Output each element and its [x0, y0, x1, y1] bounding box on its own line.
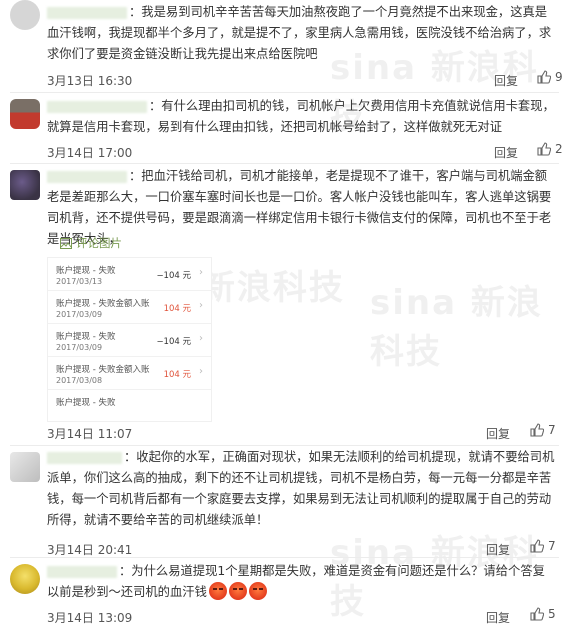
comment-time: 3月14日 11:07: [47, 427, 133, 441]
transaction-title: 账户提现 - 失败: [56, 332, 116, 342]
avatar[interactable]: [10, 0, 40, 30]
transaction-amount: 104 元: [163, 304, 191, 314]
comment-text: ：收起你的水军，正确面对现状，如果无法顺利的给司机提现，就请不要给司机派单，你们…: [47, 450, 555, 527]
transaction-row: 账户提现 - 失败 2017/03/13 −104 元 ›: [48, 258, 211, 291]
transaction-row: 账户提现 - 失败 2017/03/09 −104 元 ›: [48, 324, 211, 357]
comment-text: ：把血汗钱给司机，司机才能接单，老是提现不了谁干，客户端与司机端金额老是差距那么…: [47, 169, 552, 246]
transaction-row: 账户提现 - 失败金额入账 2017/03/08 104 元 ›: [48, 357, 211, 390]
like-count: 2: [555, 142, 563, 156]
comment-time: 3月14日 20:41: [47, 543, 133, 557]
transaction-title: 账户提现 - 失败: [56, 398, 116, 408]
chevron-right-icon: ›: [199, 300, 203, 311]
comment-image-link[interactable]: 评论图片: [60, 235, 122, 251]
chevron-right-icon: ›: [199, 366, 203, 377]
chevron-right-icon: ›: [199, 267, 203, 278]
username[interactable]: [47, 170, 127, 183]
transaction-date: 2017/03/09: [56, 343, 103, 352]
transaction-row: 账户提现 - 失败: [48, 390, 211, 421]
like-button[interactable]: 7: [530, 539, 556, 553]
like-button[interactable]: 2: [537, 142, 563, 156]
avatar[interactable]: [10, 452, 40, 482]
comment-time: 3月14日 17:00: [47, 146, 133, 160]
avatar[interactable]: [10, 99, 40, 129]
like-button[interactable]: 5: [530, 607, 556, 621]
comment-time: 3月14日 13:09: [47, 611, 133, 625]
transaction-title: 账户提现 - 失败金额入账: [56, 299, 150, 309]
reply-button[interactable]: 回复: [486, 425, 510, 442]
comment-time: 3月13日 16:30: [47, 74, 133, 88]
like-button[interactable]: 7: [530, 423, 556, 437]
username[interactable]: [47, 6, 127, 19]
like-button[interactable]: 9: [537, 70, 563, 84]
comment-text: ：我是易到司机辛辛苦苦每天加油熬夜跑了一个月竟然提不出来现金，这真是血汗钱啊，我…: [47, 5, 552, 61]
like-count: 7: [548, 423, 556, 437]
reply-button[interactable]: 回复: [486, 609, 510, 626]
comment-item: ：收起你的水军，正确面对现状，如果无法顺利的给司机提现，就请不要给司机派单，你们…: [0, 446, 569, 558]
image-icon: [60, 238, 72, 249]
transaction-date: 2017/03/09: [56, 310, 103, 319]
transaction-title: 账户提现 - 失败: [56, 266, 116, 276]
reply-button[interactable]: 回复: [494, 144, 518, 161]
thumbs-up-icon: [537, 70, 552, 84]
username[interactable]: [47, 100, 147, 113]
reply-button[interactable]: 回复: [494, 72, 518, 89]
transaction-row: 账户提现 - 失败金额入账 2017/03/09 104 元 ›: [48, 291, 211, 324]
comment-image[interactable]: 账户提现 - 失败 2017/03/13 −104 元 › 账户提现 - 失败金…: [47, 257, 212, 422]
comment-item: ：为什么易道提现1个星期都是失败，难道是资金有问题还是什么？请给个答复以前是秒到…: [0, 558, 569, 626]
transaction-amount: −104 元: [156, 337, 191, 347]
chevron-right-icon: ›: [199, 333, 203, 344]
transaction-amount: −104 元: [156, 271, 191, 281]
username[interactable]: [47, 565, 117, 578]
angry-face-icon: [228, 582, 247, 600]
transaction-amount: 104 元: [163, 370, 191, 380]
transaction-date: 2017/03/13: [56, 277, 103, 286]
thumbs-up-icon: [530, 539, 545, 553]
thumbs-up-icon: [530, 607, 545, 621]
angry-face-icon: [248, 582, 267, 600]
reply-button[interactable]: 回复: [486, 541, 510, 558]
comment-text: ：有什么理由扣司机的钱，司机帐户上欠费用信用卡充值就说信用卡套现，就算是信用卡套…: [47, 99, 555, 134]
comment-text: ：为什么易道提现1个星期都是失败，难道是资金有问题还是什么？请给个答复以前是秒到…: [47, 564, 545, 600]
thumbs-up-icon: [530, 423, 545, 437]
username[interactable]: [47, 451, 122, 464]
thumbs-up-icon: [537, 142, 552, 156]
like-count: 5: [548, 607, 556, 621]
avatar[interactable]: [10, 564, 40, 594]
like-count: 7: [548, 539, 556, 553]
transaction-title: 账户提现 - 失败金额入账: [56, 365, 150, 375]
comment-item: ：有什么理由扣司机的钱，司机帐户上欠费用信用卡充值就说信用卡套现，就算是信用卡套…: [0, 93, 569, 165]
like-count: 9: [555, 70, 563, 84]
avatar[interactable]: [10, 170, 40, 200]
comment-item: ：我是易到司机辛辛苦苦每天加油熬夜跑了一个月竟然提不出来现金，这真是血汗钱啊，我…: [0, 0, 569, 92]
angry-face-icon: [208, 582, 227, 600]
transaction-date: 2017/03/08: [56, 376, 103, 385]
